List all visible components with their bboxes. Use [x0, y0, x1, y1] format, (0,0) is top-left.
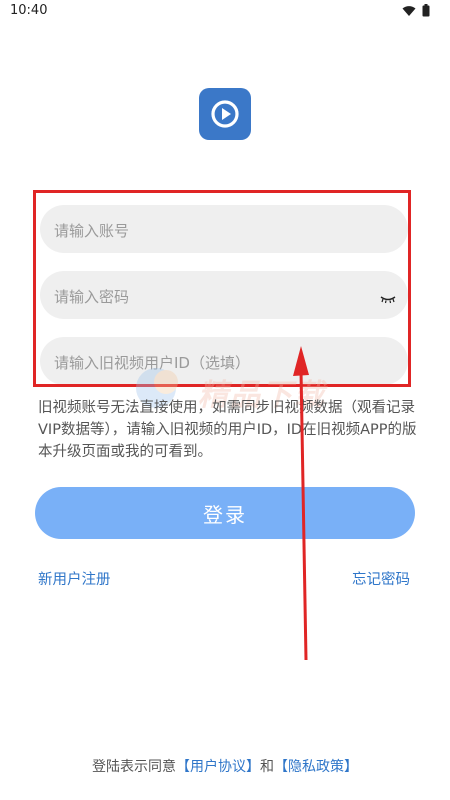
wifi-icon — [402, 5, 416, 17]
agreement-prefix: 登陆表示同意 — [92, 759, 176, 775]
login-button[interactable]: 登录 — [35, 487, 415, 539]
status-time: 10:40 — [10, 3, 48, 18]
user-agreement-link[interactable]: 【用户协议】 — [176, 759, 260, 775]
agreement-line: 登陆表示同意【用户协议】和【隐私政策】 — [0, 756, 450, 776]
old-account-hint: 旧视频账号无法直接使用，如需同步旧视频数据（观看记录 VIP数据等），请输入旧视… — [38, 400, 417, 460]
red-arrow-annotation — [293, 346, 309, 661]
battery-icon — [422, 4, 430, 17]
status-icons — [402, 4, 430, 17]
app-logo — [199, 88, 251, 140]
highlight-annotation-box — [33, 190, 411, 387]
register-link[interactable]: 新用户注册 — [38, 568, 111, 589]
agreement-conjunction: 和 — [260, 759, 274, 775]
privacy-policy-link[interactable]: 【隐私政策】 — [274, 759, 358, 775]
forgot-password-link[interactable]: 忘记密码 — [352, 568, 410, 589]
play-icon — [211, 100, 239, 128]
status-bar: 10:40 — [0, 0, 450, 26]
